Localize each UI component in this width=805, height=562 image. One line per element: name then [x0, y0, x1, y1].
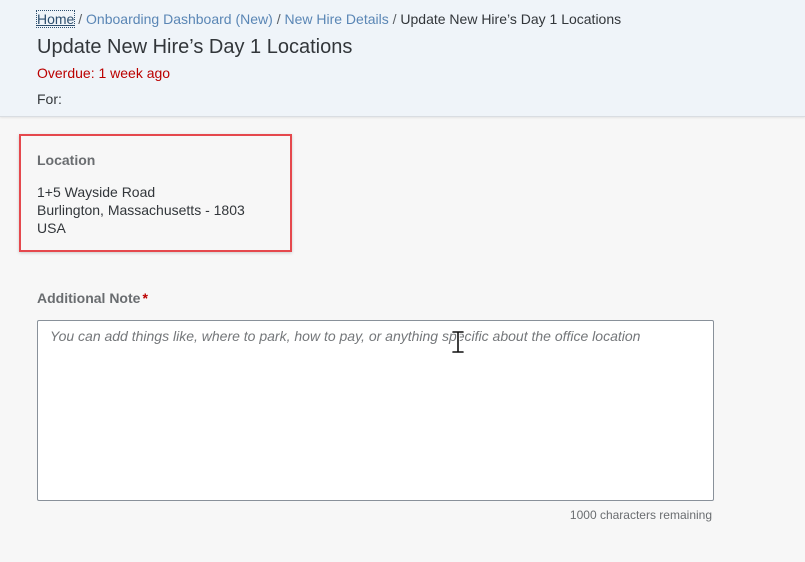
- breadcrumb-new-hire-details-link[interactable]: New Hire Details: [284, 11, 388, 27]
- address-line-1: 1+5 Wayside Road: [37, 184, 156, 200]
- page-title: Update New Hire’s Day 1 Locations: [37, 36, 353, 58]
- location-address: 1+5 Wayside Road Burlington, Massachuset…: [37, 183, 245, 237]
- additional-note-textarea[interactable]: [37, 320, 714, 501]
- breadcrumb-separator: /: [78, 11, 83, 27]
- address-line-2: Burlington, Massachusetts - 1803: [37, 202, 245, 218]
- breadcrumb-separator: /: [276, 11, 281, 27]
- additional-note-label-text: Additional Note: [37, 290, 141, 306]
- page-header: Home / Onboarding Dashboard (New) / New …: [0, 0, 805, 117]
- overdue-status: Overdue: 1 week ago: [37, 65, 171, 81]
- breadcrumb-current: Update New Hire’s Day 1 Locations: [400, 11, 622, 27]
- breadcrumb-separator: /: [392, 11, 397, 27]
- breadcrumb-onboarding-dashboard-link[interactable]: Onboarding Dashboard (New): [86, 11, 273, 27]
- required-marker: *: [142, 290, 148, 306]
- additional-note-label: Additional Note *: [37, 290, 148, 306]
- breadcrumb: Home / Onboarding Dashboard (New) / New …: [35, 10, 622, 28]
- address-line-3: USA: [37, 220, 66, 236]
- location-heading: Location: [37, 152, 96, 168]
- for-label: For:: [37, 91, 62, 107]
- characters-remaining: 1000 characters remaining: [569, 508, 712, 522]
- breadcrumb-home-link[interactable]: Home: [35, 10, 76, 28]
